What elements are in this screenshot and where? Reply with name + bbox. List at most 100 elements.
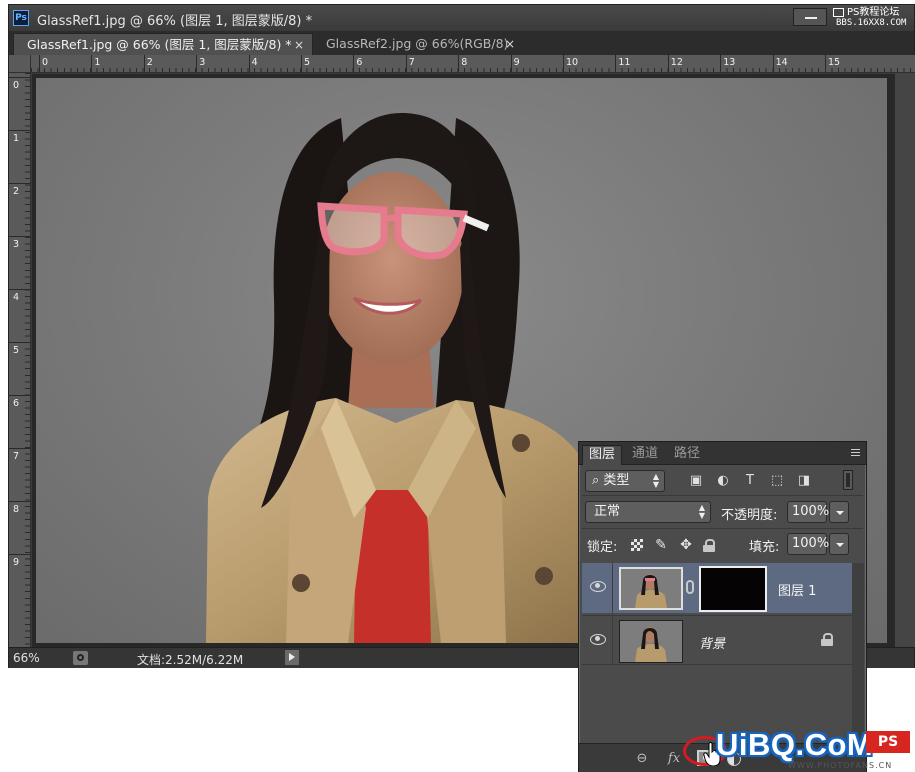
ruler-label: 4: [251, 57, 258, 68]
ruler-label: 13: [723, 57, 736, 68]
tab-paths[interactable]: 路径: [668, 445, 706, 465]
ruler-label: 3: [199, 57, 206, 68]
document-tab-bar: GlassRef1.jpg @ 66% (图层 1, 图层蒙版/8) * × G…: [9, 31, 914, 55]
close-icon[interactable]: ×: [505, 33, 515, 55]
ruler-major-tick: [353, 55, 355, 73]
vertical-scrollbar[interactable]: [895, 73, 915, 647]
panel-tab-bar: 图层 通道 路径: [579, 442, 866, 465]
layers-scrollbar[interactable]: [852, 563, 864, 743]
ruler-label: 2: [146, 57, 153, 68]
tab-glassref1[interactable]: GlassRef1.jpg @ 66% (图层 1, 图层蒙版/8) * ×: [13, 33, 313, 55]
fx-icon[interactable]: fx: [665, 751, 683, 767]
lock-transparent-pixels-icon[interactable]: [631, 539, 643, 551]
tab-layers[interactable]: 图层: [582, 445, 622, 465]
blend-mode-value: 正常: [594, 504, 621, 519]
watermark-line2: BBS.16XX8.COM: [836, 18, 907, 28]
visibility-eye-icon[interactable]: [590, 581, 606, 592]
ruler-label: 5: [304, 57, 311, 68]
layer-name[interactable]: 图层 1: [778, 580, 816, 599]
forum-watermark: PS教程论坛 BBS.16XX8.COM: [833, 7, 915, 29]
smart-object-filter-icon[interactable]: ◨: [796, 473, 812, 489]
lock-label: 锁定:: [587, 540, 618, 555]
ruler-label: 10: [566, 57, 579, 68]
filter-kind-select[interactable]: ⌕ 类型 ▲ ▼: [585, 470, 665, 492]
adjustment-filter-icon[interactable]: ◐: [715, 473, 731, 489]
ruler-major-tick: [248, 55, 250, 73]
panel-menu-icon[interactable]: [846, 447, 860, 457]
ruler-label: 7: [408, 57, 415, 68]
tab-label: GlassRef2.jpg @ 66%(RGB/8): [326, 36, 509, 51]
ruler-major-tick: [405, 55, 407, 73]
ruler-major-tick: [9, 289, 31, 290]
lock-position-icon[interactable]: ✥: [678, 537, 694, 553]
ruler-origin[interactable]: [9, 55, 31, 73]
photoshop-logo-icon: Ps: [13, 10, 29, 26]
layer-name[interactable]: 背景: [699, 633, 725, 652]
divider: [582, 495, 863, 496]
ruler-label: 6: [13, 398, 20, 409]
tab-glassref2[interactable]: GlassRef2.jpg @ 66%(RGB/8) ×: [313, 33, 523, 55]
fill-label: 填充:: [749, 540, 780, 555]
lock-icon: [821, 633, 833, 646]
chevron-down-icon: [836, 511, 844, 515]
brand-url: WWW.PHOTOFANS.CN: [788, 761, 893, 770]
layer-mask-thumbnail[interactable]: [699, 566, 767, 612]
opacity-label: 不透明度:: [721, 508, 778, 523]
brand-watermark: UiBQ.CoM PS WWW.PHOTOFANS.CN: [716, 727, 915, 772]
ruler-label: 15: [828, 57, 841, 68]
ruler-major-tick: [91, 55, 93, 73]
link-layers-icon[interactable]: ⊖: [633, 751, 651, 767]
window-title: GlassRef1.jpg @ 66% (图层 1, 图层蒙版/8) *: [37, 14, 313, 29]
status-menu-button[interactable]: [285, 650, 299, 665]
zoom-level[interactable]: 66%: [13, 651, 40, 665]
ruler-major-tick: [458, 55, 460, 73]
ruler-major-tick: [39, 55, 40, 73]
ruler-major-tick: [9, 342, 31, 343]
ruler-label: 12: [670, 57, 683, 68]
ruler-major-tick: [9, 501, 31, 502]
ruler-major-tick: [9, 236, 31, 237]
tab-label: GlassRef1.jpg @ 66% (图层 1, 图层蒙版/8) *: [27, 37, 292, 52]
ruler-label: 5: [13, 345, 20, 356]
close-icon[interactable]: ×: [294, 34, 304, 56]
ruler-label: 8: [461, 57, 468, 68]
blend-mode-select[interactable]: 正常 ▲ ▼: [585, 501, 711, 523]
link-chain-icon[interactable]: [686, 580, 694, 594]
spinner-icon: ▲ ▼: [698, 503, 705, 520]
ruler-label: 2: [13, 186, 20, 197]
ruler-major-tick: [667, 55, 669, 73]
fill-dropdown-button[interactable]: [829, 533, 849, 555]
fill-input[interactable]: 100%: [787, 533, 829, 555]
spinner-icon: ▲ ▼: [652, 472, 659, 489]
filter-toggle[interactable]: [843, 470, 853, 490]
minimize-button[interactable]: [793, 8, 827, 26]
minimize-icon: [805, 17, 817, 19]
horizontal-ruler[interactable]: 0 1 2 3 4 5 6 7 8 9 10 11 12 13 14 15: [31, 55, 915, 73]
vertical-ruler[interactable]: 0 1 2 3 4 5 6 7 8 9: [9, 73, 31, 647]
ruler-label: 8: [13, 504, 20, 515]
chevron-down-icon: [836, 543, 844, 547]
type-filter-icon[interactable]: T: [742, 473, 758, 489]
divider: [582, 528, 863, 529]
lock-image-pixels-icon[interactable]: ✎: [653, 537, 669, 553]
lock-all-icon[interactable]: [703, 539, 715, 552]
ruler-major-tick: [9, 130, 31, 131]
opacity-input[interactable]: 100%: [787, 501, 829, 523]
document-size: 文档:2.52M/6.22M: [137, 653, 244, 667]
status-info-icon[interactable]: [73, 651, 88, 665]
layer-thumbnail[interactable]: [619, 620, 683, 663]
visibility-eye-icon[interactable]: [590, 634, 606, 645]
layer-row-layer-1[interactable]: 图层 1: [582, 563, 852, 613]
brand-text: UiBQ.CoM: [716, 727, 874, 762]
tab-channels[interactable]: 通道: [626, 445, 664, 465]
shape-filter-icon[interactable]: ⬚: [769, 473, 785, 489]
layer-row-background[interactable]: 背景: [582, 615, 852, 666]
ruler-major-tick: [563, 55, 564, 73]
ruler-major-tick: [9, 448, 31, 449]
image-filter-icon[interactable]: ▣: [688, 473, 704, 489]
ruler-label: 0: [42, 57, 49, 68]
watermark-line1: PS教程论坛: [847, 7, 900, 18]
ruler-major-tick: [196, 55, 198, 73]
layer-thumbnail[interactable]: [619, 567, 683, 610]
opacity-dropdown-button[interactable]: [829, 501, 849, 523]
